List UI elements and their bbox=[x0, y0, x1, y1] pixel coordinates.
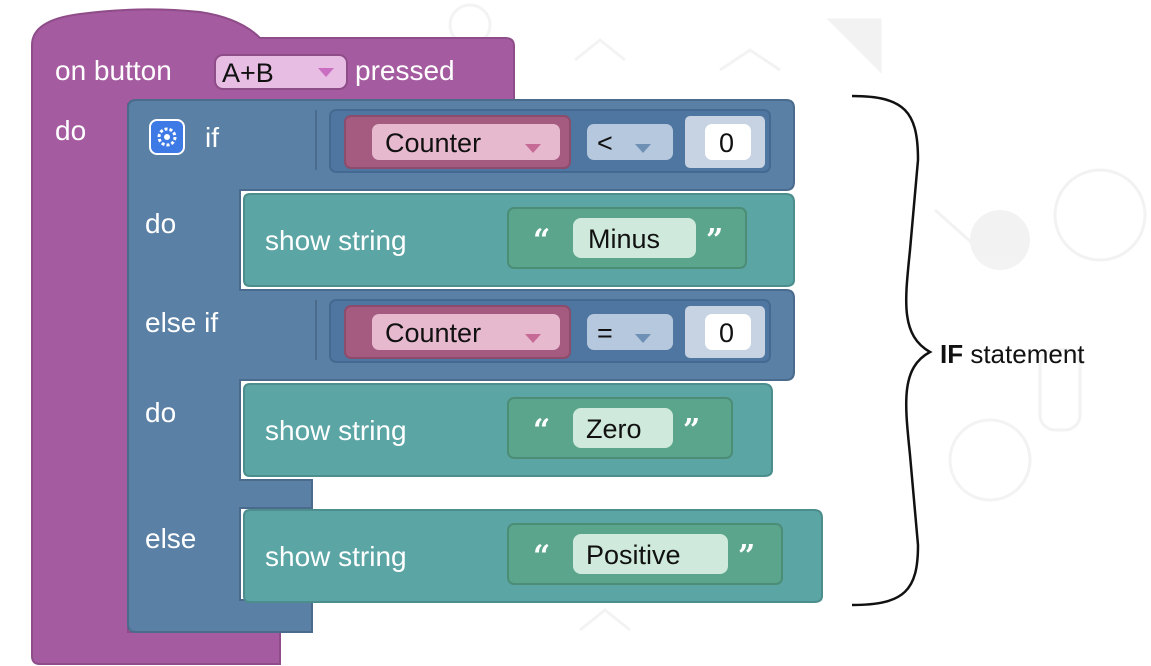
show-string-block-3[interactable]: show string “ Positive ” bbox=[243, 509, 823, 603]
string-value-2: Zero bbox=[586, 414, 642, 444]
else-if-label: else if bbox=[145, 307, 218, 338]
show-string-block-1[interactable]: show string “ Minus ” bbox=[243, 193, 795, 287]
annotation-rest: statement bbox=[963, 339, 1085, 369]
button-dropdown-value: A+B bbox=[222, 58, 274, 88]
condition-1[interactable]: Counter < 0 bbox=[329, 109, 771, 173]
annotation-label: IF statement bbox=[940, 339, 1085, 369]
annotation-bold: IF bbox=[940, 339, 963, 369]
curly-brace-icon bbox=[851, 94, 933, 607]
close-quote-2: ” bbox=[683, 413, 700, 448]
string-value-1: Minus bbox=[588, 224, 660, 254]
open-quote-1: “ bbox=[533, 223, 550, 258]
show-string-block-2[interactable]: show string “ Zero ” bbox=[243, 383, 773, 477]
show-string-label-1: show string bbox=[265, 225, 407, 256]
event-do-label: do bbox=[55, 115, 86, 146]
operator-1: < bbox=[597, 128, 613, 158]
open-quote-3: “ bbox=[533, 539, 550, 574]
if-label: if bbox=[205, 122, 219, 153]
close-quote-3: ” bbox=[738, 539, 755, 574]
do-label-2: do bbox=[145, 397, 176, 428]
condition-2[interactable]: Counter = 0 bbox=[329, 299, 771, 363]
close-quote-1: ” bbox=[706, 223, 723, 258]
do-label-1: do bbox=[145, 208, 176, 239]
gear-icon[interactable] bbox=[149, 119, 185, 155]
variable-name-1: Counter bbox=[385, 128, 481, 158]
operator-2: = bbox=[597, 318, 613, 348]
show-string-label-2: show string bbox=[265, 415, 407, 446]
number-value-2: 0 bbox=[719, 318, 734, 348]
number-value-1: 0 bbox=[719, 128, 734, 158]
show-string-label-3: show string bbox=[265, 541, 407, 572]
open-quote-2: “ bbox=[533, 413, 550, 448]
event-suffix-text: pressed bbox=[355, 55, 455, 86]
else-label: else bbox=[145, 523, 196, 554]
variable-name-2: Counter bbox=[385, 318, 481, 348]
event-prefix-text: on button bbox=[55, 55, 172, 86]
string-value-3: Positive bbox=[586, 540, 681, 570]
